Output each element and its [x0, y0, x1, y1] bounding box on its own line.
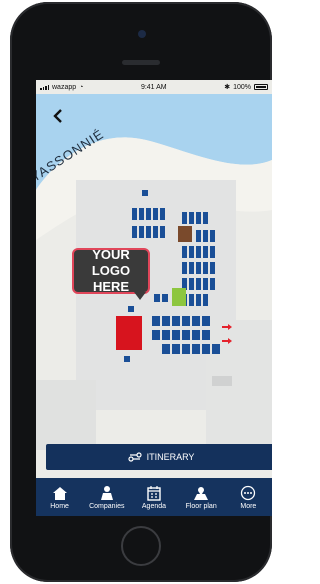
camera [138, 30, 146, 38]
companies-icon [100, 485, 113, 500]
tab-agenda-label: Agenda [141, 502, 167, 510]
tab-more[interactable]: More [226, 485, 270, 510]
more-icon [241, 485, 256, 500]
tab-agenda[interactable]: Agenda [132, 485, 176, 510]
tab-companies[interactable]: Companies [85, 485, 129, 510]
bluetooth-icon: ✱ [224, 84, 231, 91]
battery-percent: 100% [233, 83, 251, 91]
battery-icon [254, 84, 268, 90]
home-icon [52, 486, 67, 500]
tab-home-label: Home [50, 502, 69, 510]
logo-line-2: HERE [92, 279, 130, 294]
phone-frame: wazapp ◔ 9:41 AM ✱ 100% YASSONNIÉ YOUR L… [10, 2, 272, 582]
speaker [122, 60, 160, 65]
tab-more-label: More [240, 502, 257, 510]
tab-home[interactable]: Home [38, 485, 82, 510]
carrier-name: wazapp [52, 83, 77, 91]
clock: 9:41 AM [140, 83, 167, 91]
floor-plan-icon [194, 486, 209, 500]
tab-companies-label: Companies [89, 502, 125, 510]
home-hardware-button[interactable] [121, 526, 161, 566]
back-button[interactable] [48, 106, 68, 126]
logo-placeholder: YOUR LOGO HERE [72, 247, 150, 300]
status-bar: wazapp ◔ 9:41 AM ✱ 100% [36, 80, 272, 94]
tab-floor-plan[interactable]: Floor plan [179, 485, 223, 510]
chevron-left-icon [53, 109, 62, 123]
app-screen: wazapp ◔ 9:41 AM ✱ 100% YASSONNIÉ YOUR L… [36, 80, 272, 516]
logo-line-1: YOUR LOGO [91, 247, 131, 278]
itinerary-button[interactable]: ITINERARY [46, 444, 272, 470]
wifi-icon: ◔ [79, 83, 84, 91]
signal-icon [40, 84, 49, 90]
itinerary-label: ITINERARY [146, 452, 195, 462]
agenda-icon [147, 485, 161, 501]
tab-floor-plan-label: Floor plan [185, 502, 217, 510]
route-icon [127, 452, 142, 462]
bottom-tab-bar: Home Companies Agenda Floor plan More [36, 478, 272, 516]
